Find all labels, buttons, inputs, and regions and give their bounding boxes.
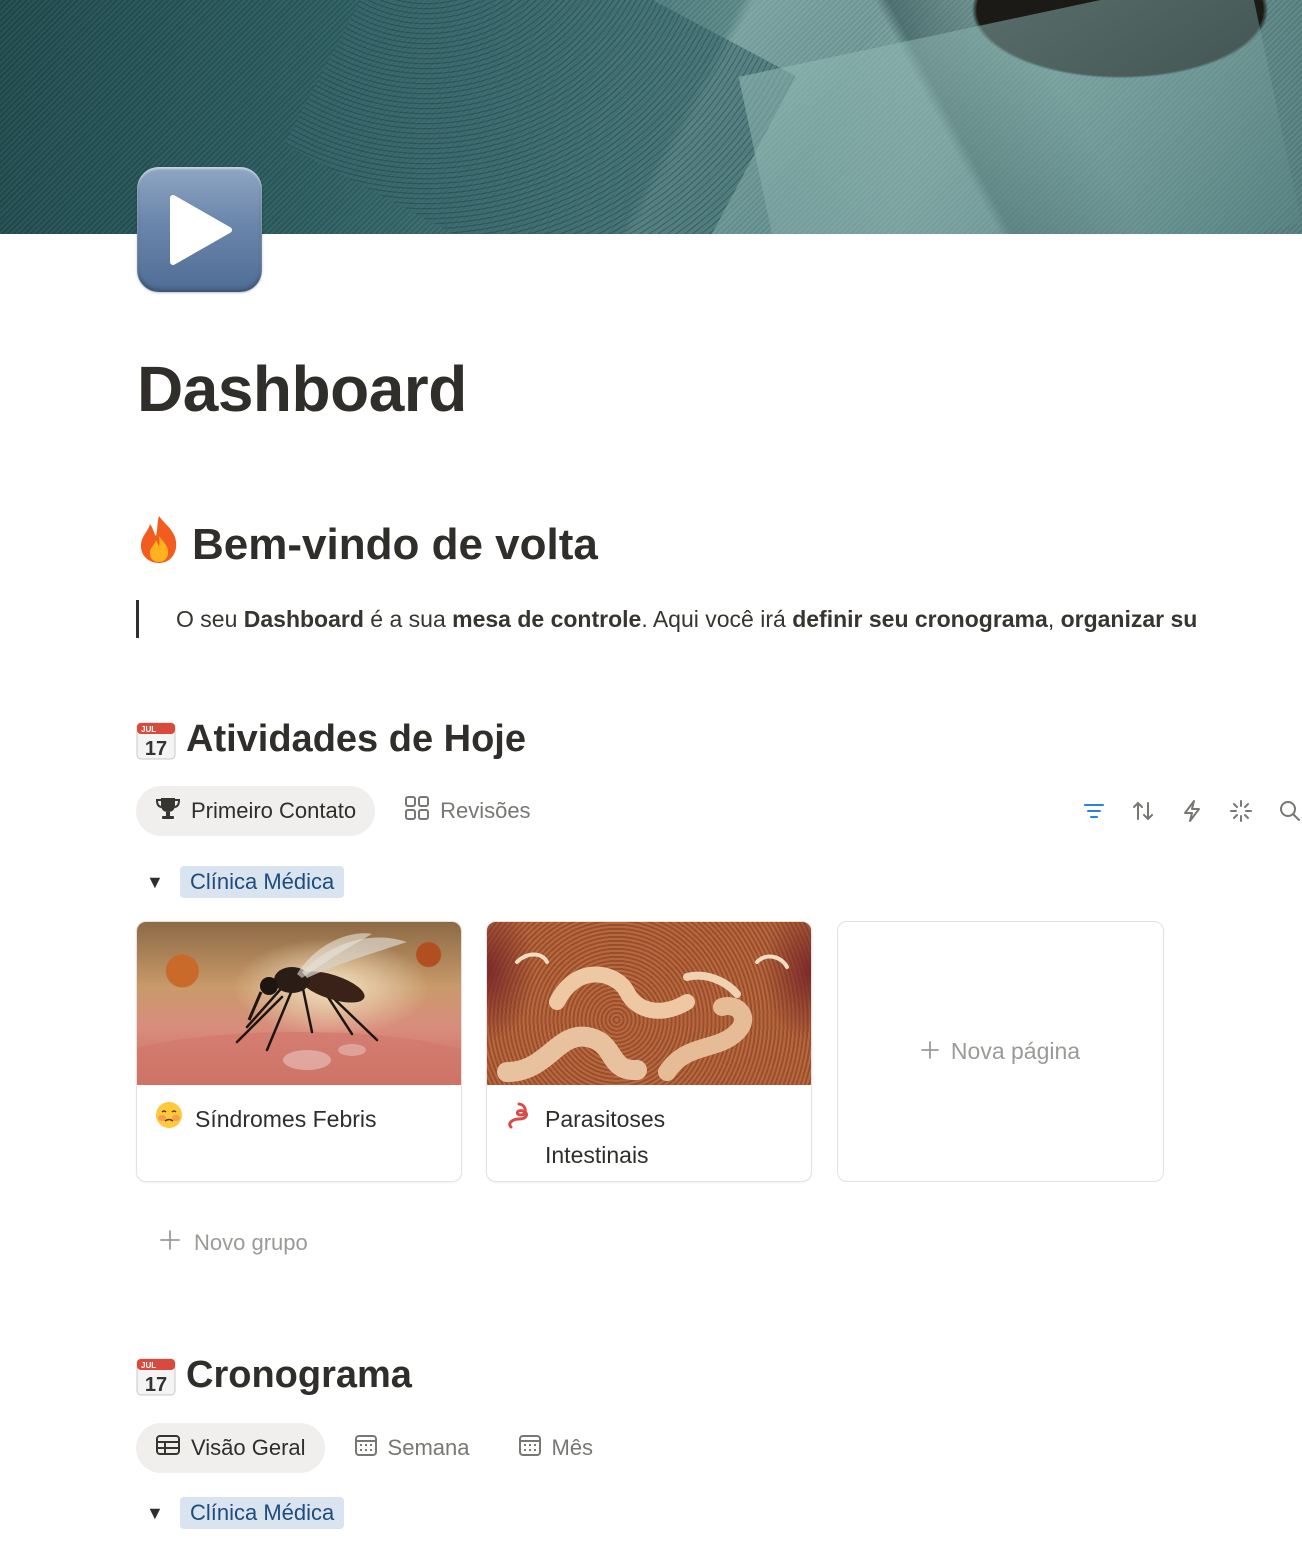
calendar-icon: JUL 17 [136,721,176,760]
svg-text:17: 17 [145,738,167,760]
gallery-card[interactable]: Parasitoses Intestinais [486,921,812,1182]
quote-text: é a sua [363,606,453,632]
new-group-label: Novo grupo [194,1230,308,1255]
view-toolbar [1080,797,1302,825]
quote-bold-text: definir seu cronograma [792,606,1048,632]
caret-down-icon[interactable]: ▼ [146,872,166,893]
sort-icon[interactable] [1129,797,1157,825]
svg-text:JUL: JUL [141,1361,156,1370]
calendar-view-icon [518,1433,542,1463]
caret-down-icon[interactable]: ▼ [146,1503,166,1524]
gallery-icon [404,795,430,827]
welcome-heading[interactable]: Bem-vindo de volta [136,514,598,575]
table-icon [155,1434,181,1462]
welcome-heading-text: Bem-vindo de volta [192,519,598,569]
svg-text:17: 17 [145,1374,167,1396]
fire-icon [136,514,182,575]
group-tag: Clínica Médica [180,1497,345,1529]
filter-icon[interactable] [1080,797,1108,825]
feverish-face-icon [155,1101,183,1139]
group-tag: Clínica Médica [180,866,345,898]
worm-icon [505,1101,533,1173]
tab-label: Primeiro Contato [191,798,357,823]
plus-icon [921,1038,939,1065]
tab-label: Revisões [440,798,531,823]
play-button-icon[interactable] [137,167,262,292]
new-group-button[interactable]: Novo grupo [160,1230,308,1256]
new-page-label: Nova página [950,1038,1081,1064]
ai-sparkle-icon[interactable] [1227,797,1255,825]
schedule-view-tabs: Visão Geral Semana Mês [136,1423,612,1473]
calendar-view-icon [354,1433,378,1463]
gallery-card[interactable]: Síndromes Febris [136,921,462,1182]
intro-quote[interactable]: O seu Dashboard é a sua mesa de controle… [136,600,1302,638]
group-header-clinica-medica[interactable]: ▼ Clínica Médica [146,866,345,898]
page-title[interactable]: Dashboard [137,352,467,426]
quote-text: O seu [176,606,244,632]
automation-icon[interactable] [1178,797,1206,825]
svg-text:JUL: JUL [141,725,156,734]
calendar-icon: JUL 17 [136,1357,176,1396]
tab-semana[interactable]: Semana [335,1423,489,1473]
today-activities-heading-text: Atividades de Hoje [186,718,526,760]
schedule-heading[interactable]: JUL 17 Cronograma [136,1354,412,1397]
quote-text: . Aqui você irá [641,606,793,632]
plus-icon [160,1230,180,1256]
cover-fabric-fold [738,0,1302,234]
quote-bold-text: organizar su [1060,606,1198,632]
tab-label: Semana [387,1435,470,1460]
worms-image [487,922,811,1085]
today-view-tabs: Primeiro Contato Revisões [136,786,550,836]
tab-visao-geral[interactable]: Visão Geral [136,1423,325,1473]
today-activities-heading[interactable]: JUL 17 Atividades de Hoje [136,718,526,761]
mosquito-image [137,922,461,1085]
card-title: Síndromes Febris [195,1106,377,1132]
search-icon[interactable] [1276,797,1302,825]
tab-primeiro-contato[interactable]: Primeiro Contato [136,786,376,836]
tab-label: Visão Geral [191,1435,306,1460]
group-header-clinica-medica[interactable]: ▼ Clínica Médica [146,1497,345,1529]
card-title: Parasitoses Intestinais [545,1106,666,1168]
quote-bold-text: Dashboard [243,606,364,632]
quote-bold-text: mesa de controle [452,606,642,632]
cover-fabric-fold [284,0,796,234]
new-page-card[interactable]: Nova página [837,921,1164,1182]
tab-mes[interactable]: Mês [499,1423,613,1473]
tab-revisoes[interactable]: Revisões [385,786,549,836]
trophy-icon [155,795,181,827]
schedule-heading-text: Cronograma [186,1354,412,1396]
quote-text: , [1047,606,1061,632]
tab-label: Mês [551,1435,594,1460]
